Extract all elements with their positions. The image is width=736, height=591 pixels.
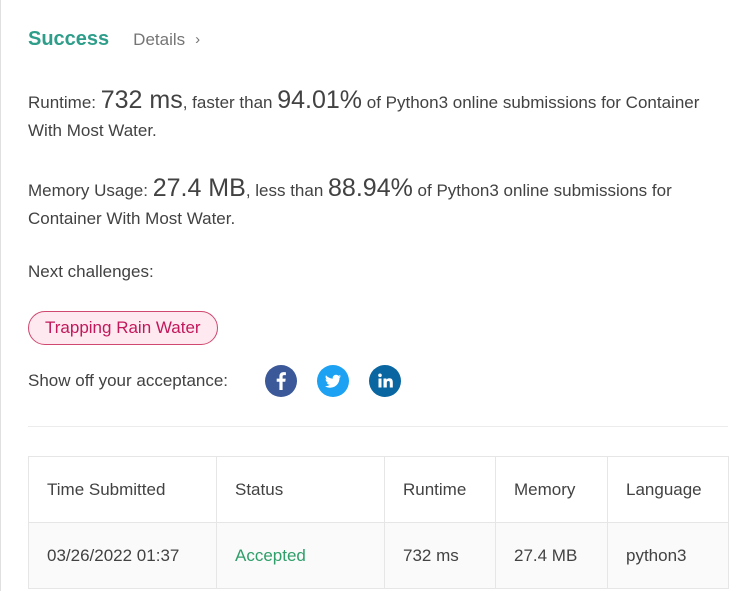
cell-memory: 27.4 MB — [495, 522, 608, 589]
cell-time-submitted: 03/26/2022 01:37 — [28, 522, 217, 589]
memory-value: 27.4 MB — [152, 174, 246, 202]
runtime-summary: Runtime: 732 ms, faster than 94.01% of P… — [28, 86, 728, 145]
runtime-percent: 94.01% — [277, 86, 363, 114]
column-header-runtime[interactable]: Runtime — [384, 456, 496, 523]
chevron-right-icon: › — [195, 31, 201, 48]
table-row: 03/26/2022 01:37 Accepted 732 ms 27.4 MB… — [28, 522, 729, 589]
submissions-table: Time Submitted Status Runtime Memory Lan… — [28, 456, 729, 589]
cell-language: python3 — [607, 522, 729, 589]
memory-mid: , less than — [245, 181, 329, 200]
challenge-tag-trapping-rain-water[interactable]: Trapping Rain Water — [28, 311, 218, 345]
linkedin-icon[interactable] — [369, 365, 402, 397]
memory-percent: 88.94% — [328, 174, 413, 202]
share-label: Show off your acceptance: — [28, 371, 229, 390]
table-header-row: Time Submitted Status Runtime Memory Lan… — [28, 456, 729, 523]
facebook-icon[interactable] — [265, 365, 298, 397]
column-header-language[interactable]: Language — [607, 456, 729, 523]
next-challenges-label: Next challenges: — [28, 262, 154, 281]
memory-summary: Memory Usage: 27.4 MB, less than 88.94% … — [28, 174, 728, 233]
share-row: Show off your acceptance: — [28, 364, 421, 398]
cell-runtime: 732 ms — [384, 522, 496, 589]
runtime-mid: , faster than — [182, 93, 278, 112]
column-header-time-submitted[interactable]: Time Submitted — [28, 456, 217, 523]
panel-left-border — [0, 0, 1, 591]
cell-status-accepted-link[interactable]: Accepted — [216, 522, 385, 589]
runtime-prefix: Runtime: — [28, 93, 101, 112]
column-header-status[interactable]: Status — [216, 456, 385, 523]
memory-prefix: Memory Usage: — [28, 181, 153, 200]
section-divider — [28, 426, 728, 427]
result-header: Success Details › — [28, 28, 200, 51]
details-label: Details — [133, 29, 186, 49]
success-status: Success — [28, 28, 110, 50]
runtime-value: 732 ms — [100, 86, 183, 114]
twitter-icon[interactable] — [317, 365, 350, 397]
column-header-memory[interactable]: Memory — [495, 456, 608, 523]
details-link[interactable]: Details › — [133, 30, 200, 50]
